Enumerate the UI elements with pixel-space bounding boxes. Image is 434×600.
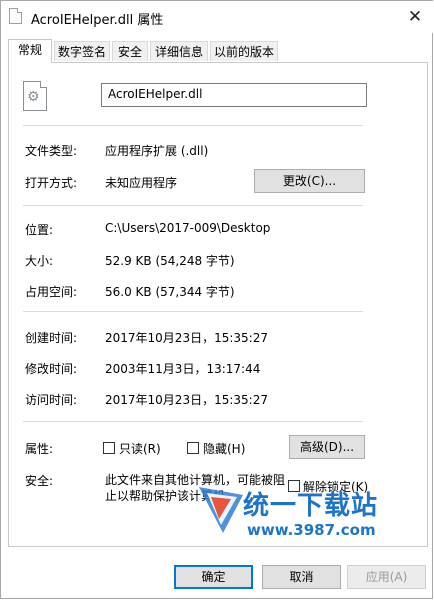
hidden-checkbox[interactable] bbox=[187, 442, 199, 454]
watermark-text: 统一下载站 bbox=[243, 491, 379, 521]
created-value: 2017年10月23日，15:35:27 bbox=[105, 331, 268, 345]
watermark-emblem bbox=[199, 487, 243, 533]
accessed-value: 2017年10月23日，15:35:27 bbox=[105, 393, 268, 407]
tab-previous-versions[interactable]: 以前的版本 bbox=[210, 41, 278, 61]
file-type-value: 应用程序扩展 (.dll) bbox=[105, 144, 209, 158]
modified-value: 2003年11月3日，13:17:44 bbox=[105, 362, 261, 376]
separator bbox=[23, 125, 363, 126]
file-icon bbox=[9, 8, 22, 24]
tab-general[interactable]: 常规 bbox=[8, 39, 52, 63]
size-on-disk-value: 56.0 KB (57,344 字节) bbox=[105, 285, 235, 299]
file-type-label: 文件类型: bbox=[25, 144, 78, 158]
accessed-label: 访问时间: bbox=[25, 393, 78, 407]
created-label: 创建时间: bbox=[25, 331, 78, 345]
modified-label: 修改时间: bbox=[25, 362, 78, 376]
file-name-input[interactable]: AcroIEHelper.dll bbox=[101, 83, 367, 107]
dll-file-icon: ⚙ bbox=[23, 81, 47, 111]
window-title: AcroIEHelper.dll 属性 bbox=[31, 13, 164, 28]
properties-dialog: AcroIEHelper.dll 属性 ✕ 常规 数字签名 安全 详细信息 以前… bbox=[0, 0, 433, 599]
size-label: 大小: bbox=[25, 254, 54, 268]
watermark-logo: 统一下载站 www.3987.com bbox=[197, 481, 422, 541]
hidden-label: 隐藏(H) bbox=[203, 442, 246, 456]
location-label: 位置: bbox=[25, 223, 54, 237]
title-bar: AcroIEHelper.dll 属性 ✕ bbox=[1, 1, 433, 33]
separator bbox=[23, 421, 363, 422]
cancel-button[interactable]: 取消 bbox=[262, 565, 341, 589]
open-with-label: 打开方式: bbox=[25, 176, 78, 190]
tab-details[interactable]: 详细信息 bbox=[150, 41, 208, 61]
readonly-checkbox[interactable] bbox=[103, 442, 115, 454]
advanced-button[interactable]: 高级(D)... bbox=[289, 435, 365, 459]
separator bbox=[23, 311, 363, 312]
readonly-label: 只读(R) bbox=[119, 442, 161, 456]
gear-icon: ⚙ bbox=[27, 89, 40, 105]
security-label: 安全: bbox=[25, 474, 54, 488]
separator bbox=[23, 205, 363, 206]
ok-button[interactable]: 确定 bbox=[174, 565, 253, 589]
tab-security[interactable]: 安全 bbox=[112, 41, 148, 61]
size-value: 52.9 KB (54,248 字节) bbox=[105, 254, 235, 268]
tab-digital-signatures[interactable]: 数字签名 bbox=[54, 41, 110, 61]
location-value: C:\Users\2017-009\Desktop bbox=[105, 221, 271, 235]
close-icon[interactable]: ✕ bbox=[403, 6, 427, 28]
open-with-value: 未知应用程序 bbox=[105, 176, 178, 190]
change-button[interactable]: 更改(C)... bbox=[254, 169, 365, 193]
attributes-label: 属性: bbox=[25, 442, 54, 456]
watermark-url: www.3987.com bbox=[247, 521, 376, 539]
size-on-disk-label: 占用空间: bbox=[25, 285, 78, 299]
apply-button[interactable]: 应用(A) bbox=[347, 565, 426, 589]
